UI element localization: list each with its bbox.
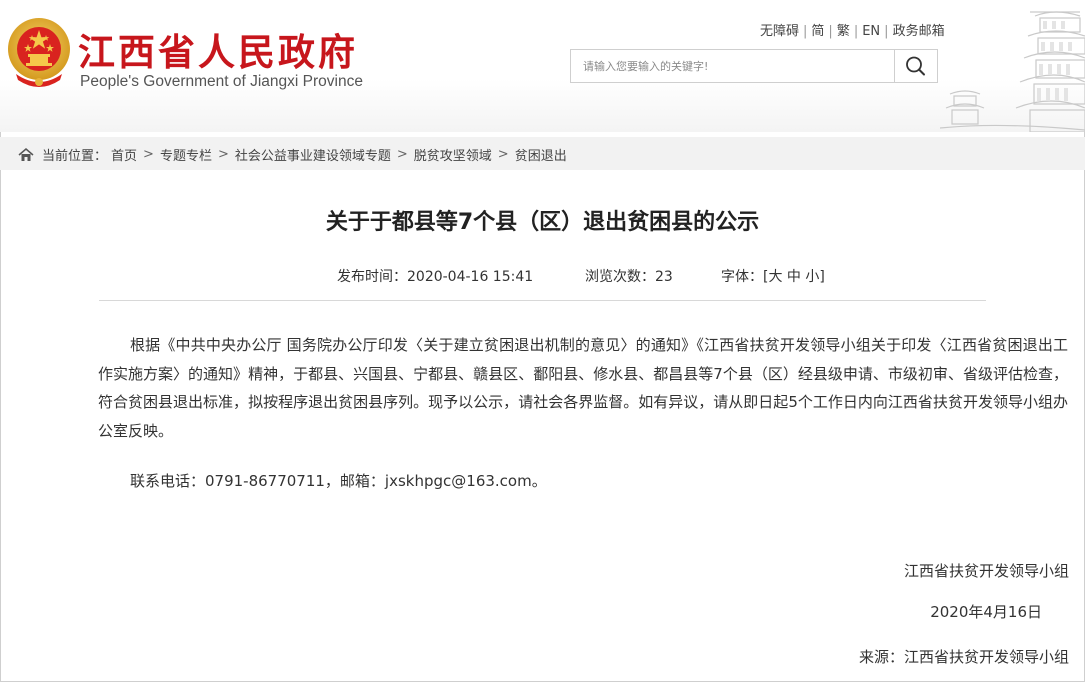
chevron-right-icon: > (497, 147, 509, 162)
chevron-right-icon: > (396, 147, 408, 162)
separator: | (884, 24, 889, 39)
divider (99, 300, 986, 301)
separator: | (853, 24, 859, 39)
simplified-chinese-link[interactable]: 简 (811, 24, 824, 39)
national-emblem-icon[interactable] (6, 16, 72, 90)
article-body: 根据《中共中央办公厅 国务院办公厅印发〈关于建立贫困退出机制的意见〉的通知》《江… (98, 336, 1068, 440)
search-box (570, 49, 938, 83)
home-icon (18, 147, 34, 161)
breadcrumb-label: 当前位置： (42, 149, 108, 164)
pagoda-illustration (940, 11, 1085, 132)
site-title-en: People's Government of Jiangxi Province (80, 73, 363, 90)
font-size-controls: 字体：[大 中 小] (721, 269, 825, 285)
accessibility-link[interactable]: 无障碍 (760, 24, 799, 39)
search-button[interactable] (894, 50, 937, 82)
breadcrumb-public-welfare[interactable]: 社会公益事业建设领域专题 (235, 145, 391, 164)
breadcrumb-poverty-exit[interactable]: 贫困退出 (515, 145, 567, 164)
traditional-chinese-link[interactable]: 繁 (837, 24, 850, 39)
view-count: 浏览次数：23 (585, 269, 673, 285)
breadcrumb-home[interactable]: 首页 (111, 145, 137, 164)
top-links: 无障碍 | 简 | 繁 | EN | 政务邮箱 (760, 20, 945, 39)
breadcrumb-special-topics[interactable]: 专题专栏 (160, 145, 212, 164)
signature-org: 江西省扶贫开发领导小组 (903, 562, 1069, 580)
font-size-small[interactable]: 小 (805, 269, 819, 285)
signature-date: 2020年4月16日 (930, 603, 1042, 621)
publish-time: 发布时间：2020-04-16 15:41 (337, 269, 534, 285)
english-link[interactable]: EN (862, 24, 880, 39)
search-input[interactable] (571, 50, 897, 82)
gov-mail-link[interactable]: 政务邮箱 (893, 24, 945, 39)
font-size-label: 字体： (721, 269, 763, 285)
site-header: 江西省人民政府 People's Government of Jiangxi P… (0, 0, 1085, 132)
article-meta: 发布时间：2020-04-16 15:41 浏览次数：23 字体：[大 中 小] (0, 266, 1085, 286)
separator: | (828, 24, 833, 39)
breadcrumb: 当前位置： 首页 > 专题专栏 > 社会公益事业建设领域专题 > 脱贫攻坚领域 > 贫困退出 (0, 137, 1085, 170)
search-icon (906, 56, 925, 76)
breadcrumb-poverty-alleviation[interactable]: 脱贫攻坚领域 (414, 145, 492, 164)
contact-info: 联系电话：0791-86770711，邮箱：jxskhpgc@163.com。 (130, 472, 547, 490)
font-size-medium[interactable]: 中 (787, 269, 801, 285)
font-size-large[interactable]: 大 (768, 269, 782, 285)
article-source: 来源：江西省扶贫开发领导小组 (858, 648, 1069, 666)
chevron-right-icon: > (217, 147, 229, 162)
article-title: 关于于都县等7个县（区）退出贫困县的公示 (325, 210, 760, 235)
chevron-right-icon: > (143, 147, 154, 162)
separator: | (803, 24, 808, 39)
site-title-cn[interactable]: 江西省人民政府 (78, 22, 358, 76)
